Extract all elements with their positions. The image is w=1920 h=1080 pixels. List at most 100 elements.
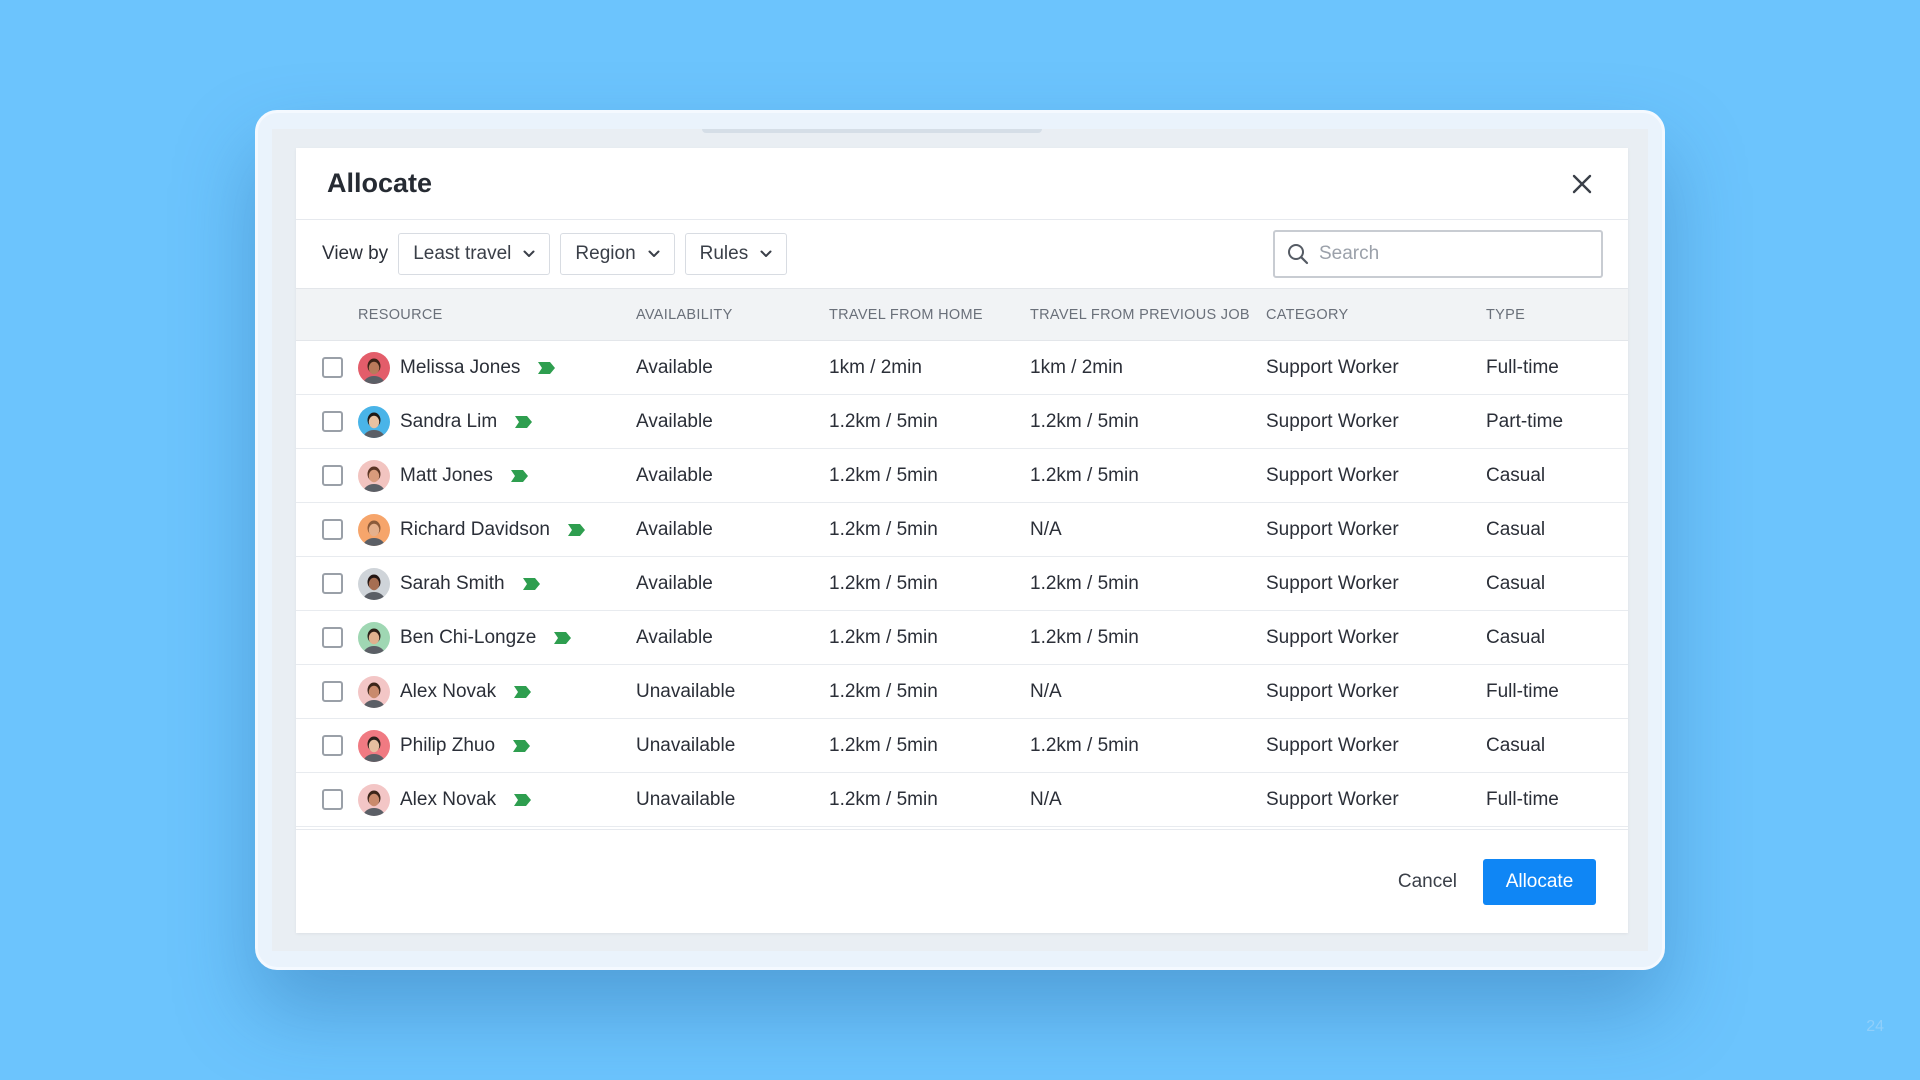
resource-cell: Richard Davidson — [358, 503, 636, 557]
green-flag-icon — [522, 577, 540, 590]
availability-cell: Unavailable — [636, 788, 736, 810]
category-cell: Support Worker — [1266, 410, 1399, 432]
row-checkbox[interactable] — [322, 357, 343, 378]
dropdown-rules[interactable]: Rules — [684, 233, 788, 275]
search-input[interactable] — [1319, 243, 1579, 265]
table-header-row: Resource Availability Travel from home T… — [296, 288, 1628, 341]
dropdown-label: Least travel — [413, 243, 512, 264]
close-icon — [1572, 174, 1592, 193]
avatar — [358, 513, 390, 546]
type-cell: Casual — [1486, 734, 1546, 756]
availability-cell: Available — [636, 410, 713, 432]
availability-cell: Available — [636, 626, 713, 648]
header-resource[interactable]: Resource — [358, 288, 636, 341]
dropdown-least-travel[interactable]: Least travel — [398, 233, 551, 275]
type-cell: Full-time — [1486, 788, 1559, 810]
table-row[interactable]: Sandra Lim Available 1.2km / 5min 1.2km … — [296, 395, 1628, 449]
allocate-modal: Allocate View by Least travel Region Rul… — [296, 148, 1628, 933]
row-select-cell — [296, 611, 358, 665]
green-flag-icon — [515, 415, 533, 428]
avatar — [358, 675, 390, 708]
dropdown-label: Rules — [699, 243, 749, 264]
resource-name: Philip Zhuo — [400, 734, 496, 756]
header-type[interactable]: Type — [1486, 288, 1628, 341]
page-number: 24 — [1866, 1018, 1884, 1035]
header-travel-home[interactable]: Travel from home — [829, 288, 1030, 341]
row-select-cell — [296, 395, 358, 449]
category-cell: Support Worker — [1266, 572, 1399, 594]
resource-cell: Melissa Jones — [358, 341, 636, 395]
resource-name: Sarah Smith — [400, 572, 505, 594]
travel-home-cell: 1.2km / 5min — [829, 734, 938, 756]
resource-table: Resource Availability Travel from home T… — [296, 288, 1628, 827]
travel-previous-cell: 1km / 2min — [1030, 356, 1123, 378]
green-flag-icon — [538, 361, 556, 374]
resource-cell: Alex Novak — [358, 665, 636, 719]
row-checkbox[interactable] — [322, 735, 343, 756]
table-row[interactable]: Matt Jones Available 1.2km / 5min 1.2km … — [296, 449, 1628, 503]
close-button[interactable] — [1568, 170, 1596, 198]
row-checkbox[interactable] — [322, 627, 343, 648]
row-checkbox[interactable] — [322, 681, 343, 702]
modal-header: Allocate — [296, 148, 1628, 220]
travel-previous-cell: 1.2km / 5min — [1030, 410, 1139, 432]
table-row[interactable]: Philip Zhuo Unavailable 1.2km / 5min 1.2… — [296, 719, 1628, 773]
resource-cell: Philip Zhuo — [358, 719, 636, 773]
resource-cell: Ben Chi-Longze — [358, 611, 636, 665]
type-cell: Casual — [1486, 518, 1546, 540]
avatar — [358, 459, 390, 492]
category-cell: Support Worker — [1266, 788, 1399, 810]
cancel-button[interactable]: Cancel — [1398, 871, 1457, 893]
header-travel-previous[interactable]: Travel from previous job — [1030, 288, 1266, 341]
travel-home-cell: 1.2km / 5min — [829, 410, 938, 432]
travel-home-cell: 1km / 2min — [829, 356, 922, 378]
travel-previous-cell: N/A — [1030, 788, 1062, 810]
resource-name: Matt Jones — [400, 464, 493, 486]
category-cell: Support Worker — [1266, 518, 1399, 540]
availability-cell: Unavailable — [636, 680, 736, 702]
travel-previous-cell: N/A — [1030, 518, 1062, 540]
chevron-down-icon — [648, 250, 660, 257]
type-cell: Casual — [1486, 572, 1546, 594]
avatar — [358, 621, 390, 654]
travel-home-cell: 1.2km / 5min — [829, 626, 938, 648]
filter-toolbar: View by Least travel Region Rules — [296, 220, 1628, 288]
travel-home-cell: 1.2km / 5min — [829, 788, 938, 810]
row-checkbox[interactable] — [322, 519, 343, 540]
header-category[interactable]: Category — [1266, 288, 1486, 341]
type-cell: Casual — [1486, 464, 1546, 486]
search-icon — [1288, 244, 1309, 265]
row-select-cell — [296, 665, 358, 719]
row-checkbox[interactable] — [322, 411, 343, 432]
travel-home-cell: 1.2km / 5min — [829, 518, 938, 540]
row-checkbox[interactable] — [322, 465, 343, 486]
green-flag-icon — [513, 739, 531, 752]
resource-name: Melissa Jones — [400, 356, 521, 378]
table-row[interactable]: Alex Novak Unavailable 1.2km / 5min N/A … — [296, 773, 1628, 827]
table-row[interactable]: Richard Davidson Available 1.2km / 5min … — [296, 503, 1628, 557]
availability-cell: Available — [636, 518, 713, 540]
category-cell: Support Worker — [1266, 680, 1399, 702]
row-select-cell — [296, 719, 358, 773]
availability-cell: Unavailable — [636, 734, 736, 756]
table-row[interactable]: Ben Chi-Longze Available 1.2km / 5min 1.… — [296, 611, 1628, 665]
table-row[interactable]: Melissa Jones Available 1km / 2min 1km /… — [296, 341, 1628, 395]
row-select-cell — [296, 449, 358, 503]
table-row[interactable]: Sarah Smith Available 1.2km / 5min 1.2km… — [296, 557, 1628, 611]
green-flag-icon — [554, 631, 572, 644]
avatar — [358, 567, 390, 600]
category-cell: Support Worker — [1266, 626, 1399, 648]
category-cell: Support Worker — [1266, 464, 1399, 486]
green-flag-icon — [567, 523, 585, 536]
header-availability[interactable]: Availability — [636, 288, 829, 341]
type-cell: Part-time — [1486, 410, 1564, 432]
green-flag-icon — [514, 793, 532, 806]
row-checkbox[interactable] — [322, 573, 343, 594]
availability-cell: Available — [636, 572, 713, 594]
table-row[interactable]: Alex Novak Unavailable 1.2km / 5min N/A … — [296, 665, 1628, 719]
travel-previous-cell: N/A — [1030, 680, 1062, 702]
allocate-button[interactable]: Allocate — [1483, 858, 1596, 905]
row-checkbox[interactable] — [322, 789, 343, 810]
dropdown-region[interactable]: Region — [560, 233, 675, 275]
view-by-label: View by — [322, 243, 389, 264]
